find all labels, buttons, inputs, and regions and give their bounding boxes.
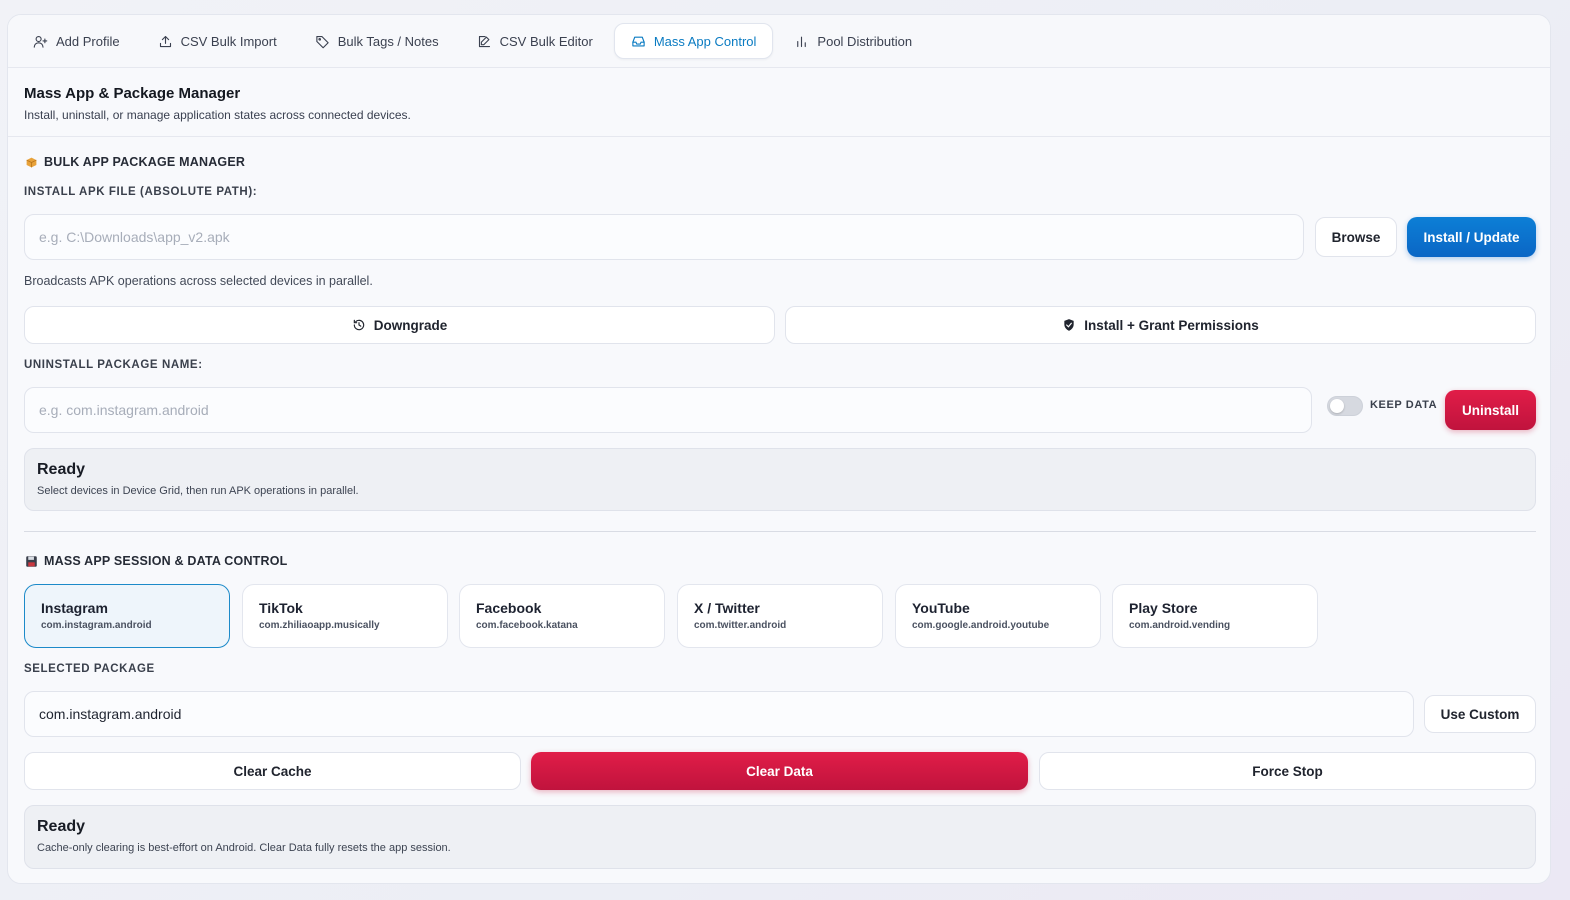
use-custom-button[interactable]: Use Custom <box>1424 695 1536 733</box>
app-card-play-store[interactable]: Play Store com.android.vending <box>1112 584 1318 648</box>
status-text: Cache-only clearing is best-effort on An… <box>37 842 451 854</box>
app-card-x-twitter[interactable]: X / Twitter com.twitter.android <box>677 584 883 648</box>
uninstall-package-input[interactable]: e.g. com.instagram.android <box>24 387 1312 433</box>
section-divider <box>24 531 1536 532</box>
tab-csv-bulk-editor[interactable]: CSV Bulk Editor <box>460 23 610 59</box>
inbox-icon <box>632 36 645 46</box>
tab-label: Mass App Control <box>653 33 757 49</box>
status-title: Ready <box>37 818 86 835</box>
tab-mass-app-control[interactable]: Mass App Control <box>613 23 774 59</box>
app-card-facebook[interactable]: Facebook com.facebook.katana <box>459 584 665 648</box>
tab-csv-bulk-import[interactable]: CSV Bulk Import <box>141 23 294 59</box>
force-stop-button[interactable]: Force Stop <box>1039 752 1536 790</box>
clear-cache-button[interactable]: Clear Cache <box>24 752 521 790</box>
shield-check-icon <box>1064 319 1074 331</box>
tab-label: Add Profile <box>56 33 120 49</box>
install-grant-button[interactable]: Install + Grant Permissions <box>785 306 1536 344</box>
clear-data-button[interactable]: Clear Data <box>531 752 1028 790</box>
status-title: Ready <box>37 461 86 478</box>
session-control-title: MASS APP SESSION & DATA CONTROL <box>24 554 288 568</box>
uninstall-button[interactable]: Uninstall <box>1445 390 1536 430</box>
package-manager-title: BULK APP PACKAGE MANAGER <box>24 155 245 169</box>
selected-package-input[interactable]: com.instagram.android <box>24 691 1414 737</box>
tab-bar: Add Profile CSV Bulk Import Bulk Tags / … <box>8 15 1550 68</box>
app-card-youtube[interactable]: YouTube com.google.android.youtube <box>895 584 1101 648</box>
install-apk-label: INSTALL APK FILE (ABSOLUTE PATH): <box>24 186 258 198</box>
page-subtitle: Install, uninstall, or manage applicatio… <box>24 108 411 122</box>
keep-data-label: KEEP DATA <box>1370 399 1438 411</box>
upload-icon <box>159 35 171 47</box>
tab-label: Pool Distribution <box>817 33 913 49</box>
broadcast-hint: Broadcasts APK operations across selecte… <box>24 274 373 288</box>
downgrade-button[interactable]: Downgrade <box>24 306 775 344</box>
tab-add-profile[interactable]: Add Profile <box>16 23 137 59</box>
apk-path-input[interactable]: e.g. C:\Downloads\app_v2.apk <box>24 214 1304 260</box>
package-status-box: Ready Select devices in Device Grid, the… <box>24 448 1536 511</box>
tab-pool-distribution[interactable]: Pool Distribution <box>777 23 929 59</box>
uninstall-package-label: UNINSTALL PACKAGE NAME: <box>24 359 203 371</box>
browse-button[interactable]: Browse <box>1315 217 1397 257</box>
session-status-box: Ready Cache-only clearing is best-effort… <box>24 805 1536 869</box>
status-text: Select devices in Device Grid, then run … <box>37 485 359 497</box>
page-header: Mass App & Package Manager Install, unin… <box>8 68 1550 137</box>
bar-chart-icon <box>797 36 807 47</box>
app-card-tiktok[interactable]: TikTok com.zhiliaoapp.musically <box>242 584 448 648</box>
tab-label: CSV Bulk Editor <box>499 33 593 49</box>
history-icon <box>353 319 364 331</box>
tag-icon <box>316 35 329 48</box>
keep-data-toggle[interactable] <box>1327 396 1363 416</box>
floppy-disk-icon <box>24 554 38 568</box>
user-plus-icon <box>33 35 48 48</box>
main-panel: Add Profile CSV Bulk Import Bulk Tags / … <box>7 14 1551 884</box>
edit-icon <box>478 35 490 47</box>
page-title: Mass App & Package Manager <box>24 85 241 102</box>
tab-bulk-tags-notes[interactable]: Bulk Tags / Notes <box>298 23 456 59</box>
install-update-button[interactable]: Install / Update <box>1407 217 1536 257</box>
tab-label: Bulk Tags / Notes <box>337 33 439 49</box>
package-icon <box>24 155 38 169</box>
tab-label: CSV Bulk Import <box>180 33 277 49</box>
selected-package-label: SELECTED PACKAGE <box>24 663 155 675</box>
app-card-instagram[interactable]: Instagram com.instagram.android <box>24 584 230 648</box>
